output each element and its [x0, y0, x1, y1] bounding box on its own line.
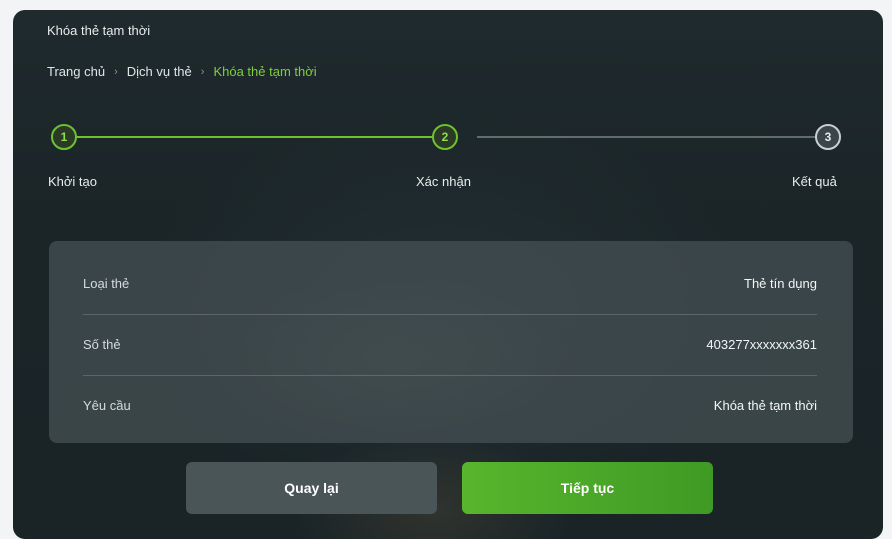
back-button[interactable]: Quay lại: [186, 462, 437, 514]
breadcrumb-item-card-services[interactable]: Dịch vụ thẻ: [127, 64, 192, 79]
detail-row-card-type: Loại thẻ Thẻ tín dụng: [83, 253, 817, 315]
card-lock-panel: Khóa thẻ tạm thời Trang chủ › Dịch vụ th…: [13, 10, 883, 539]
step-3-circle: 3: [815, 124, 841, 150]
step-1-label: Khởi tạo: [48, 174, 97, 189]
card-details-box: Loại thẻ Thẻ tín dụng Số thẻ 403277xxxxx…: [49, 241, 853, 443]
breadcrumb: Trang chủ › Dịch vụ thẻ › Khóa thẻ tạm t…: [47, 64, 317, 79]
stepper-progress-line: [75, 136, 453, 138]
detail-value: Khóa thẻ tạm thời: [713, 398, 817, 413]
detail-label: Loại thẻ: [83, 276, 130, 291]
continue-button[interactable]: Tiếp tục: [462, 462, 713, 514]
breadcrumb-item-home[interactable]: Trang chủ: [47, 64, 105, 79]
page-title: Khóa thẻ tạm thời: [47, 23, 151, 38]
breadcrumb-item-current: Khóa thẻ tạm thời: [213, 64, 317, 79]
detail-row-request: Yêu cầu Khóa thẻ tạm thời: [83, 375, 817, 436]
detail-label: Số thẻ: [83, 337, 121, 352]
detail-row-card-number: Số thẻ 403277xxxxxxx361: [83, 314, 817, 376]
step-2-circle: 2: [432, 124, 458, 150]
step-1-circle: 1: [51, 124, 77, 150]
step-3-label: Kết quả: [792, 174, 837, 189]
step-2-label: Xác nhận: [416, 174, 471, 189]
breadcrumb-separator-icon: ›: [200, 65, 205, 78]
stepper-remaining-line: [477, 136, 834, 138]
detail-label: Yêu cầu: [83, 398, 131, 413]
breadcrumb-separator-icon: ›: [114, 65, 118, 78]
detail-value: 403277xxxxxxx361: [706, 337, 817, 352]
detail-value: Thẻ tín dụng: [744, 276, 817, 291]
